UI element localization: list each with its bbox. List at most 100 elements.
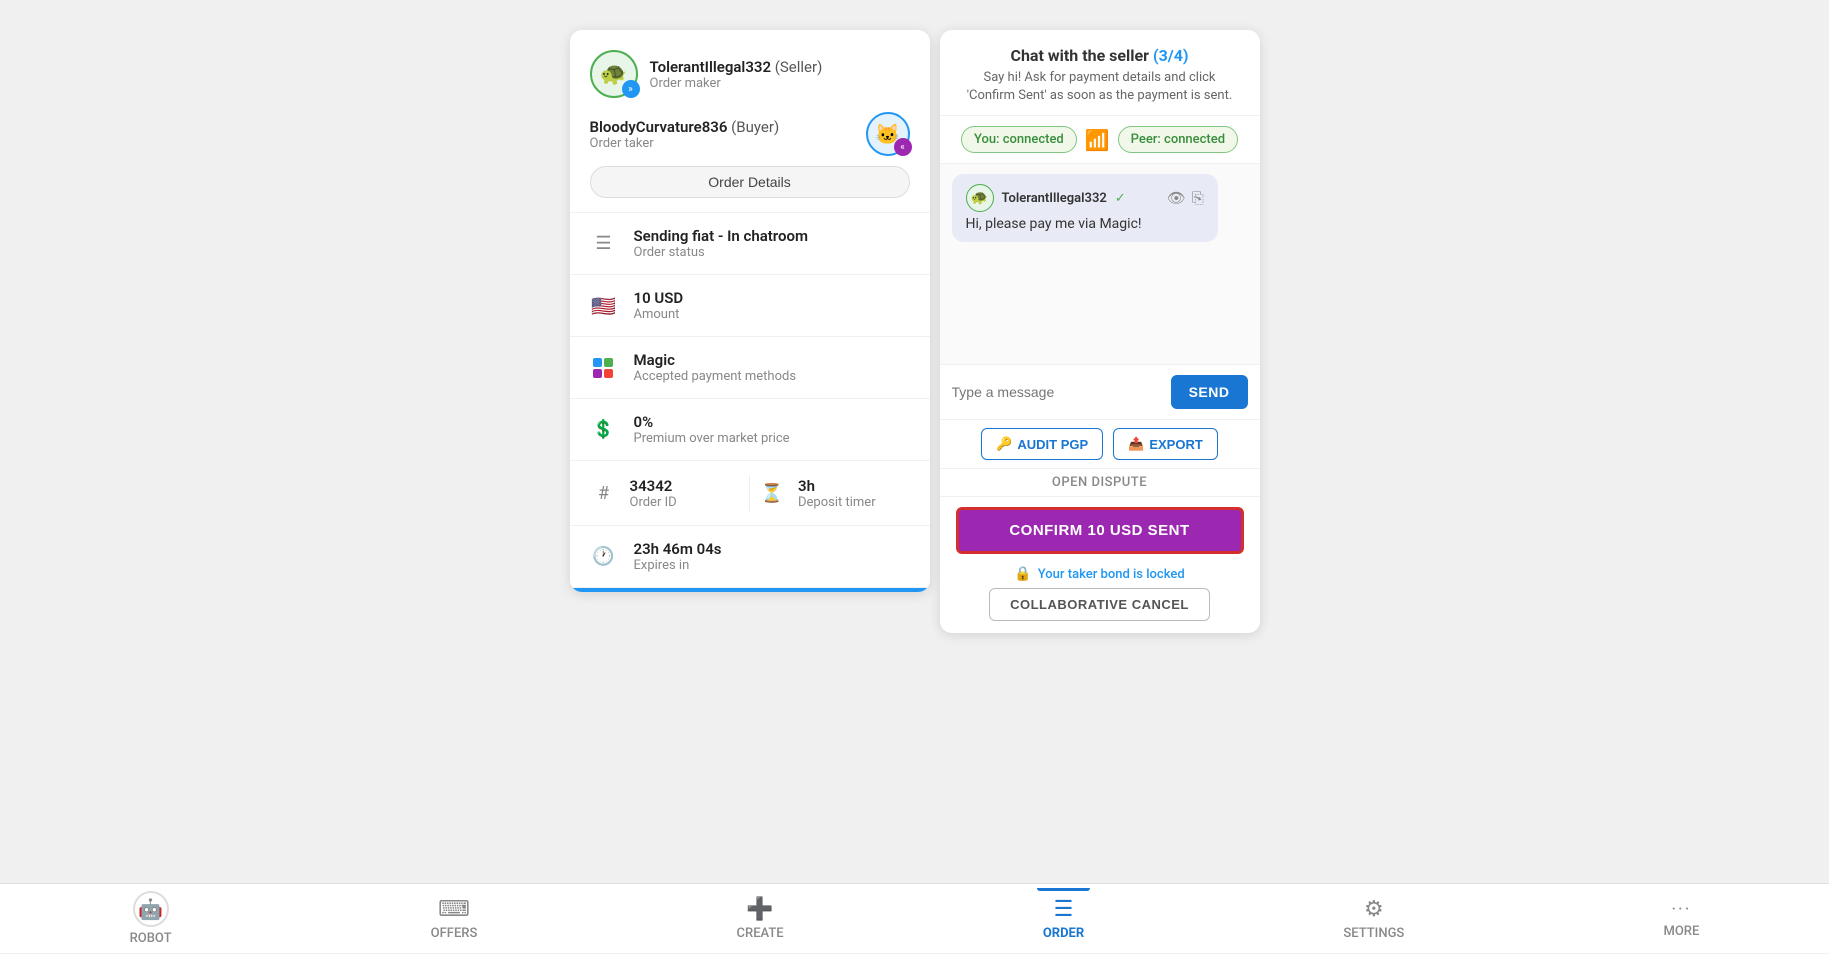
msg-text: Hi, please pay me via Magic! — [966, 216, 1204, 232]
expires-sub: Expires in — [634, 558, 722, 573]
buyer-info: BloodyCurvature836 (Buyer) Order taker — [590, 118, 780, 151]
buyer-role: Order taker — [590, 136, 780, 151]
copy-icon[interactable]: ⎘ — [1192, 189, 1204, 207]
order-details-button[interactable]: Order Details — [590, 166, 910, 198]
seller-avatar-wrap: 🐢 » — [590, 50, 638, 98]
nav-robot[interactable]: 🤖 ROBOT — [106, 883, 196, 954]
timer-col: ⏳ 3h Deposit timer — [758, 477, 910, 510]
chat-messages: 🐢 TolerantIllegal332 ✓ 👁 ⎘ Hi, please pa… — [940, 164, 1260, 364]
create-icon: ➕ — [746, 897, 773, 922]
seller-row: 🐢 » TolerantIllegal332 (Seller) Order ma… — [590, 50, 910, 98]
status-row: ☰ Sending fiat - In chatroom Order statu… — [570, 213, 930, 275]
timer-icon: ⏳ — [758, 479, 786, 507]
msg-check-icon: ✓ — [1115, 191, 1126, 206]
nav-create-label: CREATE — [737, 926, 784, 941]
orderid-timer-row: # 34342 Order ID ⏳ 3h Deposit timer — [570, 461, 930, 526]
timer-text: 3h Deposit timer — [798, 477, 876, 510]
collaborative-cancel-button[interactable]: COLLABORATIVE CANCEL — [989, 588, 1210, 621]
msg-avatar: 🐢 — [966, 184, 994, 212]
timer-sub: Deposit timer — [798, 495, 876, 510]
chat-input[interactable] — [952, 384, 1163, 400]
amount-sub: Amount — [634, 307, 684, 322]
nav-more-label: MORE — [1663, 924, 1699, 939]
nav-active-bar — [1037, 888, 1091, 891]
confirm-btn-wrap: CONFIRM 10 USD SENT — [940, 496, 1260, 560]
progress-bar — [570, 588, 930, 592]
amount-main: 10 USD — [634, 289, 684, 307]
premium-icon: 💲 — [590, 416, 618, 444]
status-text: Sending fiat - In chatroom Order status — [634, 227, 809, 260]
send-button[interactable]: SEND — [1171, 375, 1248, 409]
peer-connected-badge: Peer: connected — [1118, 126, 1238, 153]
msg-header: 🐢 TolerantIllegal332 ✓ 👁 ⎘ — [966, 184, 1204, 212]
payment-main: Magic — [634, 351, 797, 369]
chat-header: Chat with the seller (3/4) Say hi! Ask f… — [940, 30, 1260, 116]
chat-step: (3/4) — [1153, 46, 1189, 65]
premium-text: 0% Premium over market price — [634, 413, 790, 446]
export-button[interactable]: 📤 EXPORT — [1113, 428, 1218, 460]
buyer-avatar-wrap: 🐱 « — [866, 112, 910, 156]
amount-row: 🇺🇸 10 USD Amount — [570, 275, 930, 337]
orderid-text: 34342 Order ID — [630, 477, 677, 510]
nav-more[interactable]: ··· MORE — [1639, 891, 1723, 947]
robot-icon: 🤖 — [133, 891, 169, 927]
msg-sender: TolerantIllegal332 — [1002, 191, 1107, 206]
expires-main: 23h 46m 04s — [634, 540, 722, 558]
wifi-icon: 📶 — [1085, 128, 1110, 152]
nav-settings[interactable]: ⚙ SETTINGS — [1319, 889, 1428, 949]
payment-icon — [590, 354, 618, 382]
divider — [749, 475, 750, 511]
order-card: 🐢 » TolerantIllegal332 (Seller) Order ma… — [570, 30, 930, 592]
timer-main: 3h — [798, 477, 876, 495]
orderid-col: # 34342 Order ID — [590, 477, 742, 510]
nav-settings-label: SETTINGS — [1343, 926, 1404, 941]
seller-name: TolerantIllegal332 (Seller) — [650, 58, 823, 76]
clock-icon: 🕐 — [590, 543, 618, 571]
seller-badge-icon: » — [622, 80, 640, 98]
nav-create[interactable]: ➕ CREATE — [713, 889, 808, 949]
amount-text: 10 USD Amount — [634, 289, 684, 322]
msg-actions: 👁 ⎘ — [1167, 189, 1204, 207]
nav-offers[interactable]: ⌨ OFFERS — [407, 889, 502, 949]
nav-order[interactable]: ☰ ORDER — [1019, 889, 1108, 949]
chat-subtitle: Say hi! Ask for payment details and clic… — [960, 69, 1240, 105]
premium-row: 💲 0% Premium over market price — [570, 399, 930, 461]
orderid-sub: Order ID — [630, 495, 677, 510]
payment-sub: Accepted payment methods — [634, 369, 797, 384]
chat-input-row: SEND — [940, 364, 1260, 419]
lock-icon: 🔒 — [1014, 566, 1031, 582]
status-main: Sending fiat - In chatroom — [634, 227, 809, 245]
nav-order-label: ORDER — [1043, 926, 1084, 941]
offers-icon: ⌨ — [438, 897, 470, 922]
order-info-rows: ☰ Sending fiat - In chatroom Order statu… — [570, 213, 930, 588]
open-dispute-button[interactable]: OPEN DISPUTE — [940, 468, 1260, 496]
buyer-badge-icon: « — [894, 138, 912, 156]
status-icon: ☰ — [590, 230, 618, 258]
chat-title: Chat with the seller (3/4) — [960, 46, 1240, 65]
expires-text: 23h 46m 04s Expires in — [634, 540, 722, 573]
order-card-header: 🐢 » TolerantIllegal332 (Seller) Order ma… — [570, 30, 930, 213]
orderid-main: 34342 — [630, 477, 677, 495]
eye-icon[interactable]: 👁 — [1167, 189, 1186, 207]
nav-robot-label: ROBOT — [130, 931, 172, 946]
premium-main: 0% — [634, 413, 790, 431]
flag-icon: 🇺🇸 — [590, 292, 618, 320]
buyer-row: BloodyCurvature836 (Buyer) Order taker 🐱… — [590, 112, 910, 156]
nav-offers-label: OFFERS — [431, 926, 478, 941]
hash-icon: # — [590, 479, 618, 507]
buyer-name: BloodyCurvature836 (Buyer) — [590, 118, 780, 136]
confirm-sent-button[interactable]: CONFIRM 10 USD SENT — [956, 507, 1244, 554]
payment-text: Magic Accepted payment methods — [634, 351, 797, 384]
premium-sub: Premium over market price — [634, 431, 790, 446]
bond-locked-row: 🔒 Your taker bond is locked — [940, 560, 1260, 588]
progress-bar-wrap — [570, 588, 930, 592]
key-icon: 🔑 — [996, 436, 1012, 452]
magic-squares-icon — [593, 358, 615, 378]
bottom-nav: 🤖 ROBOT ⌨ OFFERS ➕ CREATE ☰ ORDER ⚙ SETT… — [0, 883, 1829, 953]
payment-row: Magic Accepted payment methods — [570, 337, 930, 399]
expires-row: 🕐 23h 46m 04s Expires in — [570, 526, 930, 588]
bond-locked-text: Your taker bond is locked — [1038, 567, 1185, 582]
chat-bubble: 🐢 TolerantIllegal332 ✓ 👁 ⎘ Hi, please pa… — [952, 174, 1218, 242]
chat-action-row: 🔑 AUDIT PGP 📤 EXPORT — [940, 419, 1260, 468]
audit-pgp-button[interactable]: 🔑 AUDIT PGP — [981, 428, 1103, 460]
